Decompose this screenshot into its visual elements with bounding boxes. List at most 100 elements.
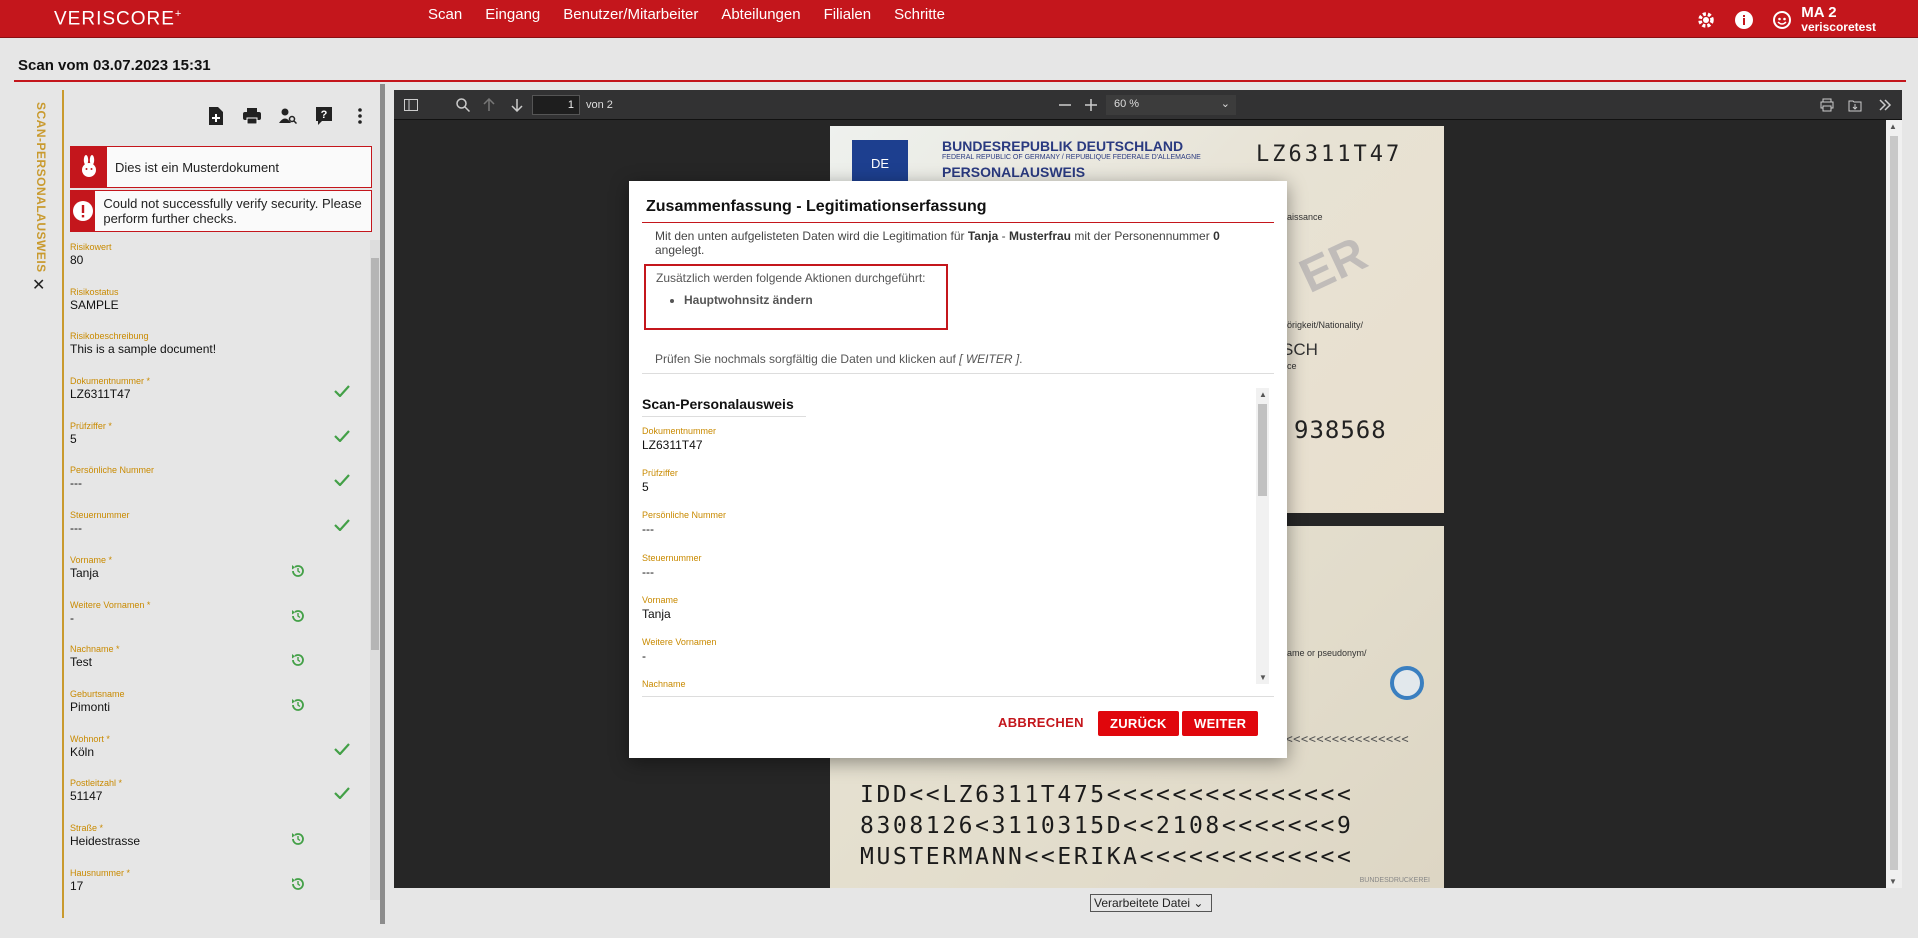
field-row[interactable]: Dokumentnummer * LZ6311T47 bbox=[70, 372, 362, 417]
viewer-toolbar: 1 von 2 60 % ⌄ bbox=[394, 90, 1902, 120]
card-text: BUNDESDRUCKEREI bbox=[1359, 877, 1430, 884]
card-text: SCH bbox=[1282, 340, 1318, 359]
field-label: Persönliche Nummer bbox=[70, 465, 155, 476]
field-value: LZ6311T47 bbox=[642, 438, 703, 452]
field-row[interactable]: Risikowert 80 bbox=[70, 238, 362, 283]
arrow-up-icon[interactable] bbox=[480, 96, 498, 114]
scroll-down-icon[interactable]: ▼ bbox=[1889, 877, 1897, 886]
viewer-scrollbar[interactable]: ▲ ▼ bbox=[1886, 120, 1902, 888]
field-row[interactable]: Vorname * Tanja bbox=[70, 551, 362, 596]
field-row[interactable]: Weitere Vornamen * - bbox=[70, 596, 362, 641]
panel-resize-handle[interactable] bbox=[380, 84, 385, 924]
app-logo[interactable]: VERISCORE+ bbox=[54, 8, 182, 30]
card-text: hörigkeit/Nationality/ bbox=[1282, 320, 1364, 330]
revert-icon[interactable] bbox=[290, 652, 306, 673]
page-title: Scan vom 03.07.2023 15:31 bbox=[18, 57, 211, 74]
footer-divider bbox=[642, 696, 1274, 697]
hologram bbox=[1390, 666, 1424, 700]
file-select[interactable]: Verarbeitete Datei ⌄ bbox=[1090, 894, 1212, 912]
revert-icon[interactable] bbox=[290, 876, 306, 897]
next-button[interactable]: WEITER bbox=[1182, 711, 1259, 736]
field-value: 17 bbox=[70, 878, 84, 893]
field-value: --- bbox=[70, 521, 82, 536]
nav-scan[interactable]: Scan bbox=[428, 6, 462, 23]
nav-abteilungen[interactable]: Abteilungen bbox=[721, 6, 800, 23]
arrow-down-icon[interactable] bbox=[508, 96, 526, 114]
field-label: Persönliche Nummer bbox=[642, 510, 727, 521]
field-row[interactable]: Persönliche Nummer --- bbox=[70, 461, 362, 506]
top-icons: MA 2 veriscoretest bbox=[1679, 5, 1876, 35]
print-icon[interactable] bbox=[1818, 96, 1836, 114]
zoom-out-icon[interactable] bbox=[1056, 96, 1074, 114]
check-icon bbox=[334, 742, 350, 760]
scroll-up-icon[interactable]: ▲ bbox=[1259, 390, 1267, 399]
field-value: SAMPLE bbox=[70, 297, 119, 312]
nav-schritte[interactable]: Schritte bbox=[894, 6, 945, 23]
page-number-input[interactable]: 1 bbox=[532, 95, 580, 115]
check-hint: Prüfen Sie nochmals sorgfältig die Daten… bbox=[655, 352, 1023, 366]
vertical-tab-label[interactable]: SCAN-PERSONALAUSWEIS bbox=[34, 102, 48, 273]
card-text: name or pseudonym/ bbox=[1282, 648, 1367, 658]
field-value: Tanja bbox=[642, 606, 671, 621]
field-row[interactable]: Nachname * Test bbox=[70, 640, 362, 685]
user-search-icon[interactable] bbox=[270, 104, 306, 128]
alert-text: Dies ist ein Musterdokument bbox=[115, 159, 280, 175]
info-icon[interactable] bbox=[1733, 9, 1755, 31]
zoom-in-icon[interactable] bbox=[1082, 96, 1100, 114]
print-icon[interactable] bbox=[234, 104, 270, 128]
card-text: naissance bbox=[1282, 212, 1323, 222]
more-vertical-icon[interactable] bbox=[342, 104, 378, 128]
field-row[interactable]: Straße * Heidestrasse bbox=[70, 819, 362, 864]
field-list-scrollbar[interactable] bbox=[370, 240, 380, 900]
field-row[interactable]: Prüfziffer * 5 bbox=[70, 417, 362, 462]
dialog-intro: Mit den unten aufgelisteten Daten wird d… bbox=[655, 229, 1220, 257]
field-row[interactable]: Wohnort * Köln bbox=[70, 730, 362, 775]
close-icon[interactable]: ✕ bbox=[32, 275, 45, 295]
help-icon[interactable]: ? bbox=[306, 104, 342, 128]
zoom-select[interactable]: 60 % ⌄ bbox=[1106, 95, 1236, 115]
double-chevron-right-icon[interactable] bbox=[1876, 96, 1894, 114]
field-label: Risikostatus bbox=[70, 286, 119, 297]
user-name: MA 2 bbox=[1801, 4, 1837, 21]
revert-icon[interactable] bbox=[290, 563, 306, 584]
save-icon[interactable] bbox=[1846, 96, 1864, 114]
back-button[interactable]: ZURÜCK bbox=[1098, 711, 1179, 736]
revert-icon[interactable] bbox=[290, 831, 306, 852]
nav-benutzer[interactable]: Benutzer/Mitarbeiter bbox=[563, 6, 698, 23]
field-row[interactable]: Steuernummer --- bbox=[70, 506, 362, 551]
gear-icon[interactable] bbox=[1695, 9, 1717, 31]
nav-filialen[interactable]: Filialen bbox=[824, 6, 872, 23]
field-row[interactable]: Risikostatus SAMPLE bbox=[70, 283, 362, 328]
revert-icon[interactable] bbox=[290, 608, 306, 629]
sidebar-toggle-icon[interactable] bbox=[402, 96, 420, 114]
cancel-button[interactable]: ABBRECHEN bbox=[998, 715, 1084, 730]
scroll-down-icon[interactable]: ▼ bbox=[1259, 673, 1267, 682]
field-value: Heidestrasse bbox=[70, 833, 141, 848]
field-list: Risikowert 80 Risikostatus SAMPLE Risikobesc… bbox=[70, 238, 362, 900]
field-row[interactable]: Risikobeschreibung This is a sample docum… bbox=[70, 327, 362, 372]
scroll-up-icon[interactable]: ▲ bbox=[1889, 122, 1897, 131]
user-avatar-icon[interactable] bbox=[1771, 9, 1793, 31]
scrollbar-thumb[interactable] bbox=[1890, 136, 1898, 870]
summary-scrollbar[interactable]: ▲ ▼ bbox=[1256, 388, 1269, 684]
nav-eingang[interactable]: Eingang bbox=[485, 6, 540, 23]
check-icon bbox=[334, 786, 350, 804]
field-row[interactable]: Postleitzahl * 51147 bbox=[70, 774, 362, 819]
divider bbox=[642, 373, 1274, 374]
field-label: Hausnummer * bbox=[70, 867, 131, 878]
scrollbar-thumb[interactable] bbox=[1258, 404, 1267, 496]
user-info[interactable]: MA 2 veriscoretest bbox=[1801, 5, 1876, 35]
field-value: 5 bbox=[642, 480, 649, 495]
field-label: Risikobeschreibung bbox=[70, 331, 149, 342]
scrollbar-thumb[interactable] bbox=[371, 258, 379, 650]
field-row[interactable]: Geburtsname Pimonti bbox=[70, 685, 362, 730]
search-icon[interactable] bbox=[454, 96, 472, 114]
summary-field: Steuernummer --- bbox=[642, 546, 1256, 588]
add-document-icon[interactable] bbox=[198, 104, 234, 128]
summary-field: Nachname bbox=[642, 672, 1256, 688]
card-subheader: FEDERAL REPUBLIC OF GERMANY / REPUBLIQUE… bbox=[942, 154, 1201, 161]
field-value: Köln bbox=[70, 744, 95, 759]
revert-icon[interactable] bbox=[290, 697, 306, 718]
field-row[interactable]: Hausnummer * 17 bbox=[70, 864, 362, 900]
field-label: Postleitzahl * bbox=[70, 778, 123, 789]
